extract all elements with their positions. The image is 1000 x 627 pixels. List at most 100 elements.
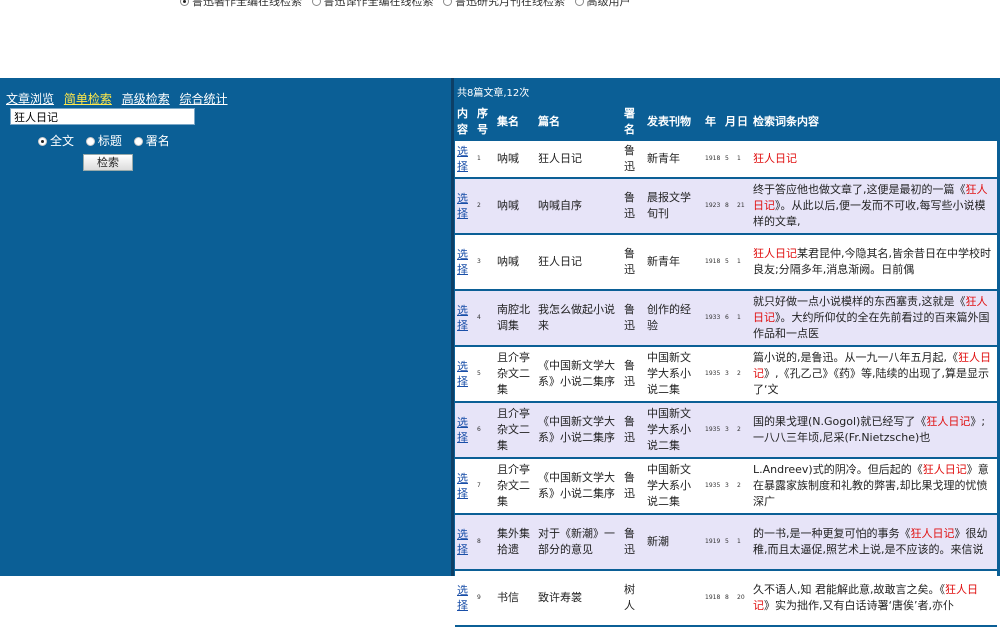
row-year: 1935 bbox=[703, 402, 723, 459]
row-year: 1923 bbox=[703, 178, 723, 235]
row-day: 1 bbox=[735, 514, 751, 571]
keyword-highlight: 狂人日记 bbox=[926, 415, 971, 428]
row-month: 5 bbox=[723, 141, 735, 179]
select-link[interactable]: 选择 bbox=[457, 359, 473, 389]
row-year: 1935 bbox=[703, 458, 723, 515]
row-signature: 鲁迅 bbox=[622, 402, 645, 459]
scope-signature[interactable]: 署名 bbox=[133, 132, 170, 149]
col-select: 内容 bbox=[457, 107, 468, 136]
nav-stats-link[interactable]: 综合统计 bbox=[180, 92, 228, 106]
row-select-cell: 选择 bbox=[455, 290, 475, 347]
scope-title[interactable]: 标题 bbox=[85, 132, 122, 149]
row-signature: 鲁迅 bbox=[622, 178, 645, 235]
row-journal: 新青年 bbox=[645, 141, 703, 179]
nav-simple-search-link[interactable]: 简单检索 bbox=[64, 92, 112, 106]
row-journal: 中国新文学大系小说二集 bbox=[645, 458, 703, 515]
select-link[interactable]: 选择 bbox=[457, 247, 473, 277]
database-selector: 鲁迅著作全编在线检索 鲁迅译作全编在线检索 鲁迅研究月刊在线检索 高级用户 bbox=[180, 0, 637, 9]
row-select-cell: 选择 bbox=[455, 178, 475, 235]
radio-unchecked-icon bbox=[574, 0, 584, 6]
row-journal: 晨报文学旬刊 bbox=[645, 178, 703, 235]
row-signature: 鲁迅 bbox=[622, 141, 645, 179]
db-option-label: 高级用户 bbox=[586, 0, 631, 8]
scope-label: 署名 bbox=[145, 134, 170, 148]
db-option-research[interactable]: 鲁迅研究月刊在线检索 bbox=[443, 0, 565, 9]
col-collection: 集名 bbox=[497, 115, 519, 128]
row-journal bbox=[645, 570, 703, 627]
table-row: 选择 5 且介亭杂文二集 《中国新文学大系》小说二集序 鲁迅 中国新文学大系小说二集 193… bbox=[455, 346, 997, 403]
scope-full-text[interactable]: 全文 bbox=[38, 132, 74, 149]
row-select-cell: 选择 bbox=[455, 141, 475, 179]
radio-unchecked-icon bbox=[133, 137, 143, 146]
row-number: 4 bbox=[475, 290, 495, 347]
db-option-advanced-user[interactable]: 高级用户 bbox=[574, 0, 631, 9]
row-year: 1918 bbox=[703, 570, 723, 627]
context-text: 就只好做一点小说模样的东西塞责,这就是《 bbox=[753, 295, 966, 308]
db-option-works[interactable]: 鲁迅著作全编在线检索 bbox=[180, 0, 302, 9]
select-link[interactable]: 选择 bbox=[457, 471, 473, 501]
select-link[interactable]: 选择 bbox=[457, 144, 473, 174]
search-nav: 文章浏览 简单检索 高级检索 综合统计 bbox=[6, 90, 234, 107]
nav-browse-link[interactable]: 文章浏览 bbox=[6, 92, 54, 106]
row-number: 6 bbox=[475, 402, 495, 459]
radio-unchecked-icon bbox=[85, 137, 95, 146]
row-journal: 创作的经验 bbox=[645, 290, 703, 347]
context-text: 》实为拙作,又有白话诗署‘唐俟’者,亦仆 bbox=[764, 599, 954, 612]
row-collection: 呐喊 bbox=[495, 234, 536, 291]
context-text: 》,《孔乙己》《药》等,陆续的出现了,算是显示了‘文 bbox=[753, 367, 989, 396]
db-option-label: 鲁迅著作全编在线检索 bbox=[192, 0, 302, 8]
context-text: 久不语人,知 君能解此意,故敢言之矣。《 bbox=[753, 583, 945, 596]
table-row: 选择 2 呐喊 呐喊自序 鲁迅 晨报文学旬刊 1923 8 21 终于答应他也做文章了,这便是最初… bbox=[455, 178, 997, 235]
col-title: 篇名 bbox=[538, 115, 560, 128]
row-collection: 呐喊 bbox=[495, 141, 536, 179]
db-option-translations[interactable]: 鲁迅译作全编在线检索 bbox=[311, 0, 434, 9]
row-day: 1 bbox=[735, 141, 751, 179]
context-text: 国的果戈理(N.Gogol)就已经写了《 bbox=[753, 415, 927, 428]
table-row: 选择 6 且介亭杂文二集 《中国新文学大系》小说二集序 鲁迅 中国新文学大系小说二集 193… bbox=[455, 402, 997, 459]
select-link[interactable]: 选择 bbox=[457, 303, 473, 333]
row-month: 6 bbox=[723, 290, 735, 347]
row-collection: 且介亭杂文二集 bbox=[495, 458, 536, 515]
search-panel: 文章浏览 简单检索 高级检索 综合统计 全文 标题 署名 检索 bbox=[0, 78, 452, 576]
row-collection: 书信 bbox=[495, 570, 536, 627]
table-row: 选择 3 呐喊 狂人日记 鲁迅 新青年 1918 5 1 狂人日记某君昆仲,今隐其名,皆余昔日在中… bbox=[455, 234, 997, 291]
db-option-label: 鲁迅研究月刊在线检索 bbox=[455, 0, 565, 8]
row-collection: 集外集拾遗 bbox=[495, 514, 536, 571]
search-input[interactable] bbox=[10, 108, 195, 125]
row-journal: 中国新文学大系小说二集 bbox=[645, 402, 703, 459]
row-title: 致许寿裳 bbox=[536, 570, 622, 627]
row-collection: 呐喊 bbox=[495, 178, 536, 235]
row-signature: 鲁迅 bbox=[622, 514, 645, 571]
row-month: 5 bbox=[723, 234, 735, 291]
scope-label: 标题 bbox=[97, 134, 122, 148]
row-day: 20 bbox=[735, 570, 751, 627]
keyword-highlight: 狂人日记 bbox=[910, 527, 955, 540]
search-button[interactable]: 检索 bbox=[83, 154, 133, 171]
table-row: 选择 8 集外集拾遗 对于《新潮》一部分的意见 鲁迅 新潮 1919 5 1 的一书,是一种更复可… bbox=[455, 514, 997, 571]
radio-checked-icon bbox=[38, 137, 47, 146]
row-select-cell: 选择 bbox=[455, 346, 475, 403]
nav-advanced-search-link[interactable]: 高级检索 bbox=[122, 92, 170, 106]
row-number: 8 bbox=[475, 514, 495, 571]
row-month: 3 bbox=[723, 402, 735, 459]
select-link[interactable]: 选择 bbox=[457, 191, 473, 221]
select-link[interactable]: 选择 bbox=[457, 527, 473, 557]
row-journal: 中国新文学大系小说二集 bbox=[645, 346, 703, 403]
row-year: 1933 bbox=[703, 290, 723, 347]
col-context: 检索词条内容 bbox=[753, 115, 819, 128]
table-row: 选择 7 且介亭杂文二集 《中国新文学大系》小说二集序 鲁迅 中国新文学大系小说二集 193… bbox=[455, 458, 997, 515]
keyword-highlight: 狂人日记 bbox=[922, 463, 967, 476]
select-link[interactable]: 选择 bbox=[457, 415, 473, 445]
select-link[interactable]: 选择 bbox=[457, 583, 473, 613]
row-month: 5 bbox=[723, 514, 735, 571]
row-journal: 新潮 bbox=[645, 514, 703, 571]
row-context: 狂人日记某君昆仲,今隐其名,皆余昔日在中学校时良友;分隔多年,消息渐阙。日前偶 bbox=[751, 234, 997, 291]
row-month: 8 bbox=[723, 178, 735, 235]
row-day: 1 bbox=[735, 290, 751, 347]
radio-checked-icon bbox=[180, 0, 189, 6]
row-signature: 鲁迅 bbox=[622, 234, 645, 291]
row-context: 国的果戈理(N.Gogol)就已经写了《狂人日记》;一八八三年顷,尼采(Fr.N… bbox=[751, 402, 997, 459]
radio-unchecked-icon bbox=[311, 0, 321, 6]
results-body: 选择 1 呐喊 狂人日记 鲁迅 新青年 1918 5 1 狂人日记 选择 2 呐喊 呐喊自序 鲁迅 晨报文学旬… bbox=[455, 141, 997, 627]
scope-label: 全文 bbox=[50, 134, 75, 148]
